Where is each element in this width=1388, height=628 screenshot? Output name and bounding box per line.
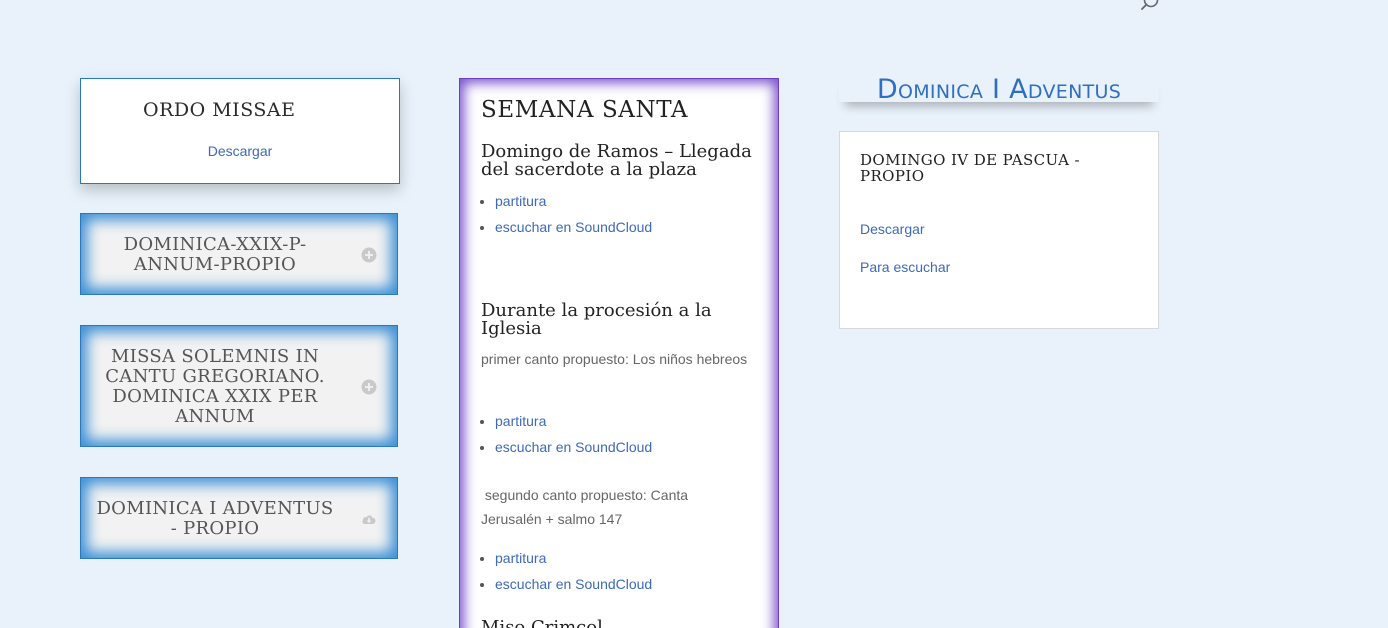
link-list: partitura escuchar en SoundCloud xyxy=(495,408,652,460)
toggle-title: MISSA SOLEMNIS IN CANTU GREGORIANO. DOMI… xyxy=(105,346,325,427)
plus-circle-icon xyxy=(361,379,377,395)
toggle-dominica-xxix[interactable]: DOMINICA-XXIX-P-ANNUM-PROPIO xyxy=(80,213,398,295)
section-title: Miso Crimcol xyxy=(481,617,603,628)
partitura-link[interactable]: partitura xyxy=(495,193,546,209)
link-list: partitura escuchar en SoundCloud xyxy=(495,545,652,597)
domingo-title: DOMINGO IV DE PASCUA - PROPIO xyxy=(860,151,1081,185)
list-item: escuchar en SoundCloud xyxy=(495,434,652,460)
partitura-link[interactable]: partitura xyxy=(495,413,546,429)
page: ORDO MISSAE Descargar DOMINICA-XXIX-P-AN… xyxy=(0,0,1388,628)
domingo-listen-link[interactable]: Para escuchar xyxy=(860,259,950,275)
toggle-title: DOMINICA-XXIX-P-ANNUM-PROPIO xyxy=(123,234,307,275)
soundcloud-link[interactable]: escuchar en SoundCloud xyxy=(495,439,652,455)
toggle-title: DOMINICA I ADVENTUS - PROPIO xyxy=(96,498,334,539)
domingo-card: DOMINGO IV DE PASCUA - PROPIO Descargar … xyxy=(839,131,1159,329)
toggle-dominica-adventus[interactable]: DOMINICA I ADVENTUS - PROPIO xyxy=(80,477,398,559)
dominica-title: Dominica I Adventus xyxy=(876,74,1122,105)
cloud-download-icon xyxy=(362,515,376,524)
section-text: segundo canto propuesto: Canta Jerusalén… xyxy=(481,487,692,527)
partitura-link[interactable]: partitura xyxy=(495,550,546,566)
list-item: partitura xyxy=(495,408,652,434)
toggle-missa-solemnis[interactable]: MISSA SOLEMNIS IN CANTU GREGORIANO. DOMI… xyxy=(80,325,398,447)
soundcloud-link[interactable]: escuchar en SoundCloud xyxy=(495,576,652,592)
semana-santa-heading: SEMANA SANTA xyxy=(481,97,689,123)
list-item: escuchar en SoundCloud xyxy=(495,571,652,597)
section-text: primer canto propuesto: Los niños hebreo… xyxy=(481,351,748,367)
semana-santa-card: SEMANA SANTA Domingo de Ramos – Llegada … xyxy=(459,78,779,628)
soundcloud-link[interactable]: escuchar en SoundCloud xyxy=(495,219,652,235)
section-title: Durante la procesión a la Iglesia xyxy=(481,300,712,339)
domingo-download-link[interactable]: Descargar xyxy=(860,221,925,237)
ordo-missae-card: ORDO MISSAE Descargar xyxy=(80,78,400,184)
section-title: Domingo de Ramos – Llegada del sacerdote… xyxy=(481,141,752,180)
ordo-missae-download-link[interactable]: Descargar xyxy=(81,143,399,159)
ordo-missae-title: ORDO MISSAE xyxy=(143,99,296,121)
search-icon[interactable] xyxy=(1139,0,1161,14)
list-item: partitura xyxy=(495,188,652,214)
list-item: escuchar en SoundCloud xyxy=(495,214,652,240)
plus-circle-icon xyxy=(361,247,377,263)
dominica-header: Dominica I Adventus xyxy=(839,74,1159,105)
link-list: partitura escuchar en SoundCloud xyxy=(495,188,652,240)
list-item: partitura xyxy=(495,545,652,571)
